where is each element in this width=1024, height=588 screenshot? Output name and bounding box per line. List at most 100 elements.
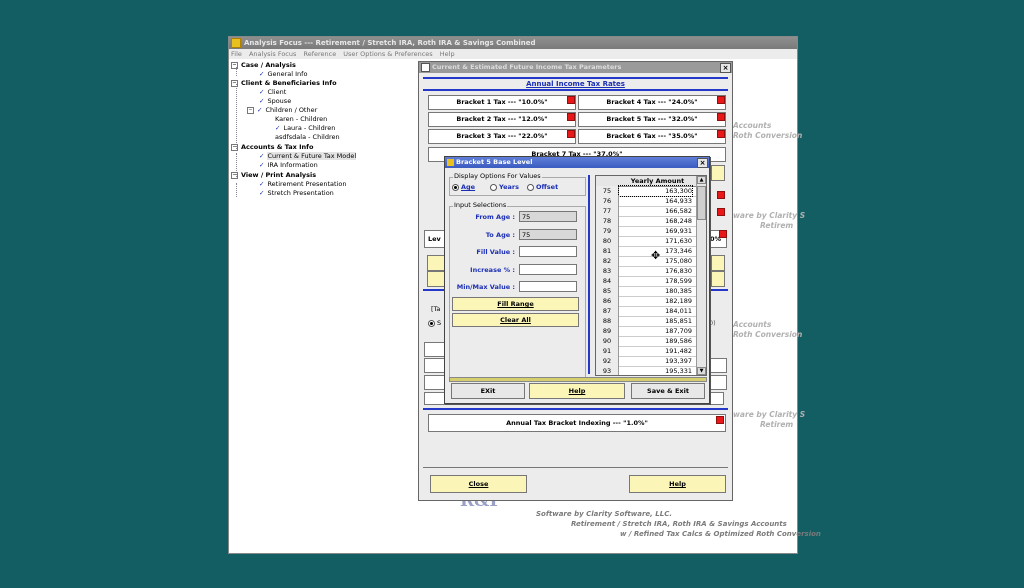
radio-icon[interactable]: [527, 183, 534, 191]
tax-window-title-bar: Current & Estimated Future Income Tax Pa…: [419, 62, 732, 73]
radio-years[interactable]: Years: [490, 183, 519, 191]
scroll-thumb[interactable]: [697, 186, 706, 220]
exit-button[interactable]: EXit: [451, 383, 525, 399]
menu-file[interactable]: File: [231, 50, 242, 58]
amount-cell[interactable]: 184,011: [619, 306, 692, 316]
tree-client[interactable]: ✓ Client: [259, 88, 286, 96]
edit-marker-icon[interactable]: [717, 113, 725, 121]
collapse-icon[interactable]: −: [231, 79, 238, 87]
edit-marker-icon[interactable]: [717, 96, 725, 104]
amount-cell[interactable]: 195,331: [619, 366, 692, 375]
collapse-icon[interactable]: −: [247, 106, 254, 114]
hidden-button[interactable]: [711, 165, 725, 181]
collapse-icon[interactable]: −: [231, 143, 238, 151]
hidden-button[interactable]: [711, 255, 725, 271]
grid-scrollbar[interactable]: ▲ ▼: [696, 176, 706, 375]
tree-retirement-presentation[interactable]: ✓ Retirement Presentation: [259, 180, 346, 188]
bracket-6-button[interactable]: Bracket 6 Tax --- "35.0%": [578, 129, 726, 144]
minmax-field[interactable]: [519, 281, 577, 292]
tree-asdfsdala[interactable]: asdfsdala - Children: [275, 133, 340, 141]
age-cell: 79: [596, 226, 619, 236]
tree-stretch-presentation[interactable]: ✓ Stretch Presentation: [259, 189, 334, 197]
collapse-icon[interactable]: −: [231, 171, 238, 179]
help-button[interactable]: Help: [529, 383, 625, 399]
tree-current-future-tax[interactable]: ✓ Current & Future Tax Model: [259, 152, 357, 160]
radio-offset[interactable]: Offset: [527, 183, 558, 191]
fill-value-field[interactable]: [519, 246, 577, 257]
table-row[interactable]: 93 195,331: [596, 366, 696, 375]
hidden-field[interactable]: [709, 375, 727, 390]
bracket-3-button[interactable]: Bracket 3 Tax --- "22.0%": [428, 129, 576, 144]
edit-marker-icon[interactable]: [717, 208, 725, 216]
close-button[interactable]: Close: [430, 475, 527, 493]
radio-icon[interactable]: [452, 183, 459, 191]
amount-cell[interactable]: 171,630: [619, 236, 692, 246]
menu-analysis-focus[interactable]: Analysis Focus: [249, 50, 296, 58]
clear-all-button[interactable]: Clear All: [452, 313, 579, 327]
bracket-4-button[interactable]: Bracket 4 Tax --- "24.0%": [578, 95, 726, 110]
save-exit-button[interactable]: Save & Exit: [631, 383, 705, 399]
amount-cell[interactable]: 180,385: [619, 286, 692, 296]
tree-accounts-tax[interactable]: − Accounts & Tax Info: [231, 143, 313, 151]
hidden-button[interactable]: [711, 271, 725, 287]
amount-cell[interactable]: 182,189: [619, 296, 692, 306]
tree-client-beneficiaries[interactable]: − Client & Beneficiaries Info: [231, 79, 337, 87]
edit-marker-icon[interactable]: [567, 113, 575, 121]
amount-cell[interactable]: 168,248: [619, 216, 692, 226]
bracket-5-dialog: Bracket 5 Base Level × Display Options F…: [444, 156, 710, 404]
edit-marker-icon[interactable]: [717, 130, 725, 138]
yearly-amount-grid[interactable]: Yearly Amount 75 163,300 76 164,933 77 166,58…: [595, 175, 707, 376]
hidden-field[interactable]: [424, 375, 446, 390]
radio-icon[interactable]: [428, 319, 435, 327]
age-cell: 90: [596, 336, 619, 346]
fill-range-button[interactable]: Fill Range: [452, 297, 579, 311]
edit-marker-icon[interactable]: [567, 130, 575, 138]
amount-cell[interactable]: 178,599: [619, 276, 692, 286]
from-age-field[interactable]: 75: [519, 211, 577, 222]
amount-cell[interactable]: 166,582: [619, 206, 692, 216]
bracket-1-button[interactable]: Bracket 1 Tax --- "10.0%": [428, 95, 576, 110]
increase-field[interactable]: [519, 264, 577, 275]
help-button[interactable]: Help: [629, 475, 726, 493]
amount-cell[interactable]: 163,300: [618, 185, 693, 197]
tree-ira-information[interactable]: ✓ IRA Information: [259, 161, 318, 169]
edit-marker-icon[interactable]: [717, 191, 725, 199]
hidden-field[interactable]: [424, 358, 446, 373]
amount-cell[interactable]: 169,931: [619, 226, 692, 236]
amount-cell[interactable]: 187,709: [619, 326, 692, 336]
edit-marker-icon[interactable]: [719, 230, 727, 238]
amount-cell[interactable]: 185,851: [619, 316, 692, 326]
bracket-indexing-button[interactable]: Annual Tax Bracket Indexing --- "1.0%": [428, 414, 726, 432]
close-icon[interactable]: ×: [697, 158, 708, 168]
tree-laura[interactable]: ✓ Laura - Children: [275, 124, 335, 132]
amount-cell[interactable]: 164,933: [619, 196, 692, 206]
bracket-5-button[interactable]: Bracket 5 Tax --- "32.0%": [578, 112, 726, 127]
radio-age[interactable]: Age: [452, 183, 475, 191]
hidden-field[interactable]: [424, 342, 446, 357]
tree-spouse[interactable]: ✓ Spouse: [259, 97, 291, 105]
radio-icon[interactable]: [490, 183, 497, 191]
tree-view-print[interactable]: − View / Print Analysis: [231, 171, 316, 179]
tree-children-other[interactable]: − ✓ Children / Other: [247, 106, 317, 114]
tree-case-analysis[interactable]: − Case / Analysis: [231, 61, 296, 69]
edit-marker-icon[interactable]: [716, 416, 724, 424]
scroll-up-icon[interactable]: ▲: [697, 176, 706, 184]
menu-user-options[interactable]: User Options & Preferences: [343, 50, 432, 58]
edit-marker-icon[interactable]: [567, 96, 575, 104]
amount-cell[interactable]: 191,482: [619, 346, 692, 356]
collapse-icon[interactable]: −: [231, 61, 238, 69]
scroll-down-icon[interactable]: ▼: [697, 367, 706, 375]
tree-karen[interactable]: Karen - Children: [275, 115, 327, 123]
age-cell: 86: [596, 296, 619, 306]
amount-cell[interactable]: 193,397: [619, 356, 692, 366]
tax-radio-fragment[interactable]: S: [428, 319, 441, 327]
menu-reference[interactable]: Reference: [303, 50, 336, 58]
close-icon[interactable]: ×: [720, 63, 731, 73]
to-age-field[interactable]: 75: [519, 229, 577, 240]
bracket-2-button[interactable]: Bracket 2 Tax --- "12.0%": [428, 112, 576, 127]
menu-help[interactable]: Help: [440, 50, 455, 58]
hidden-field[interactable]: [709, 358, 727, 373]
tree-general-info[interactable]: ✓ General Info: [259, 70, 307, 78]
amount-cell[interactable]: 189,586: [619, 336, 692, 346]
amount-cell[interactable]: 176,830: [619, 266, 692, 276]
